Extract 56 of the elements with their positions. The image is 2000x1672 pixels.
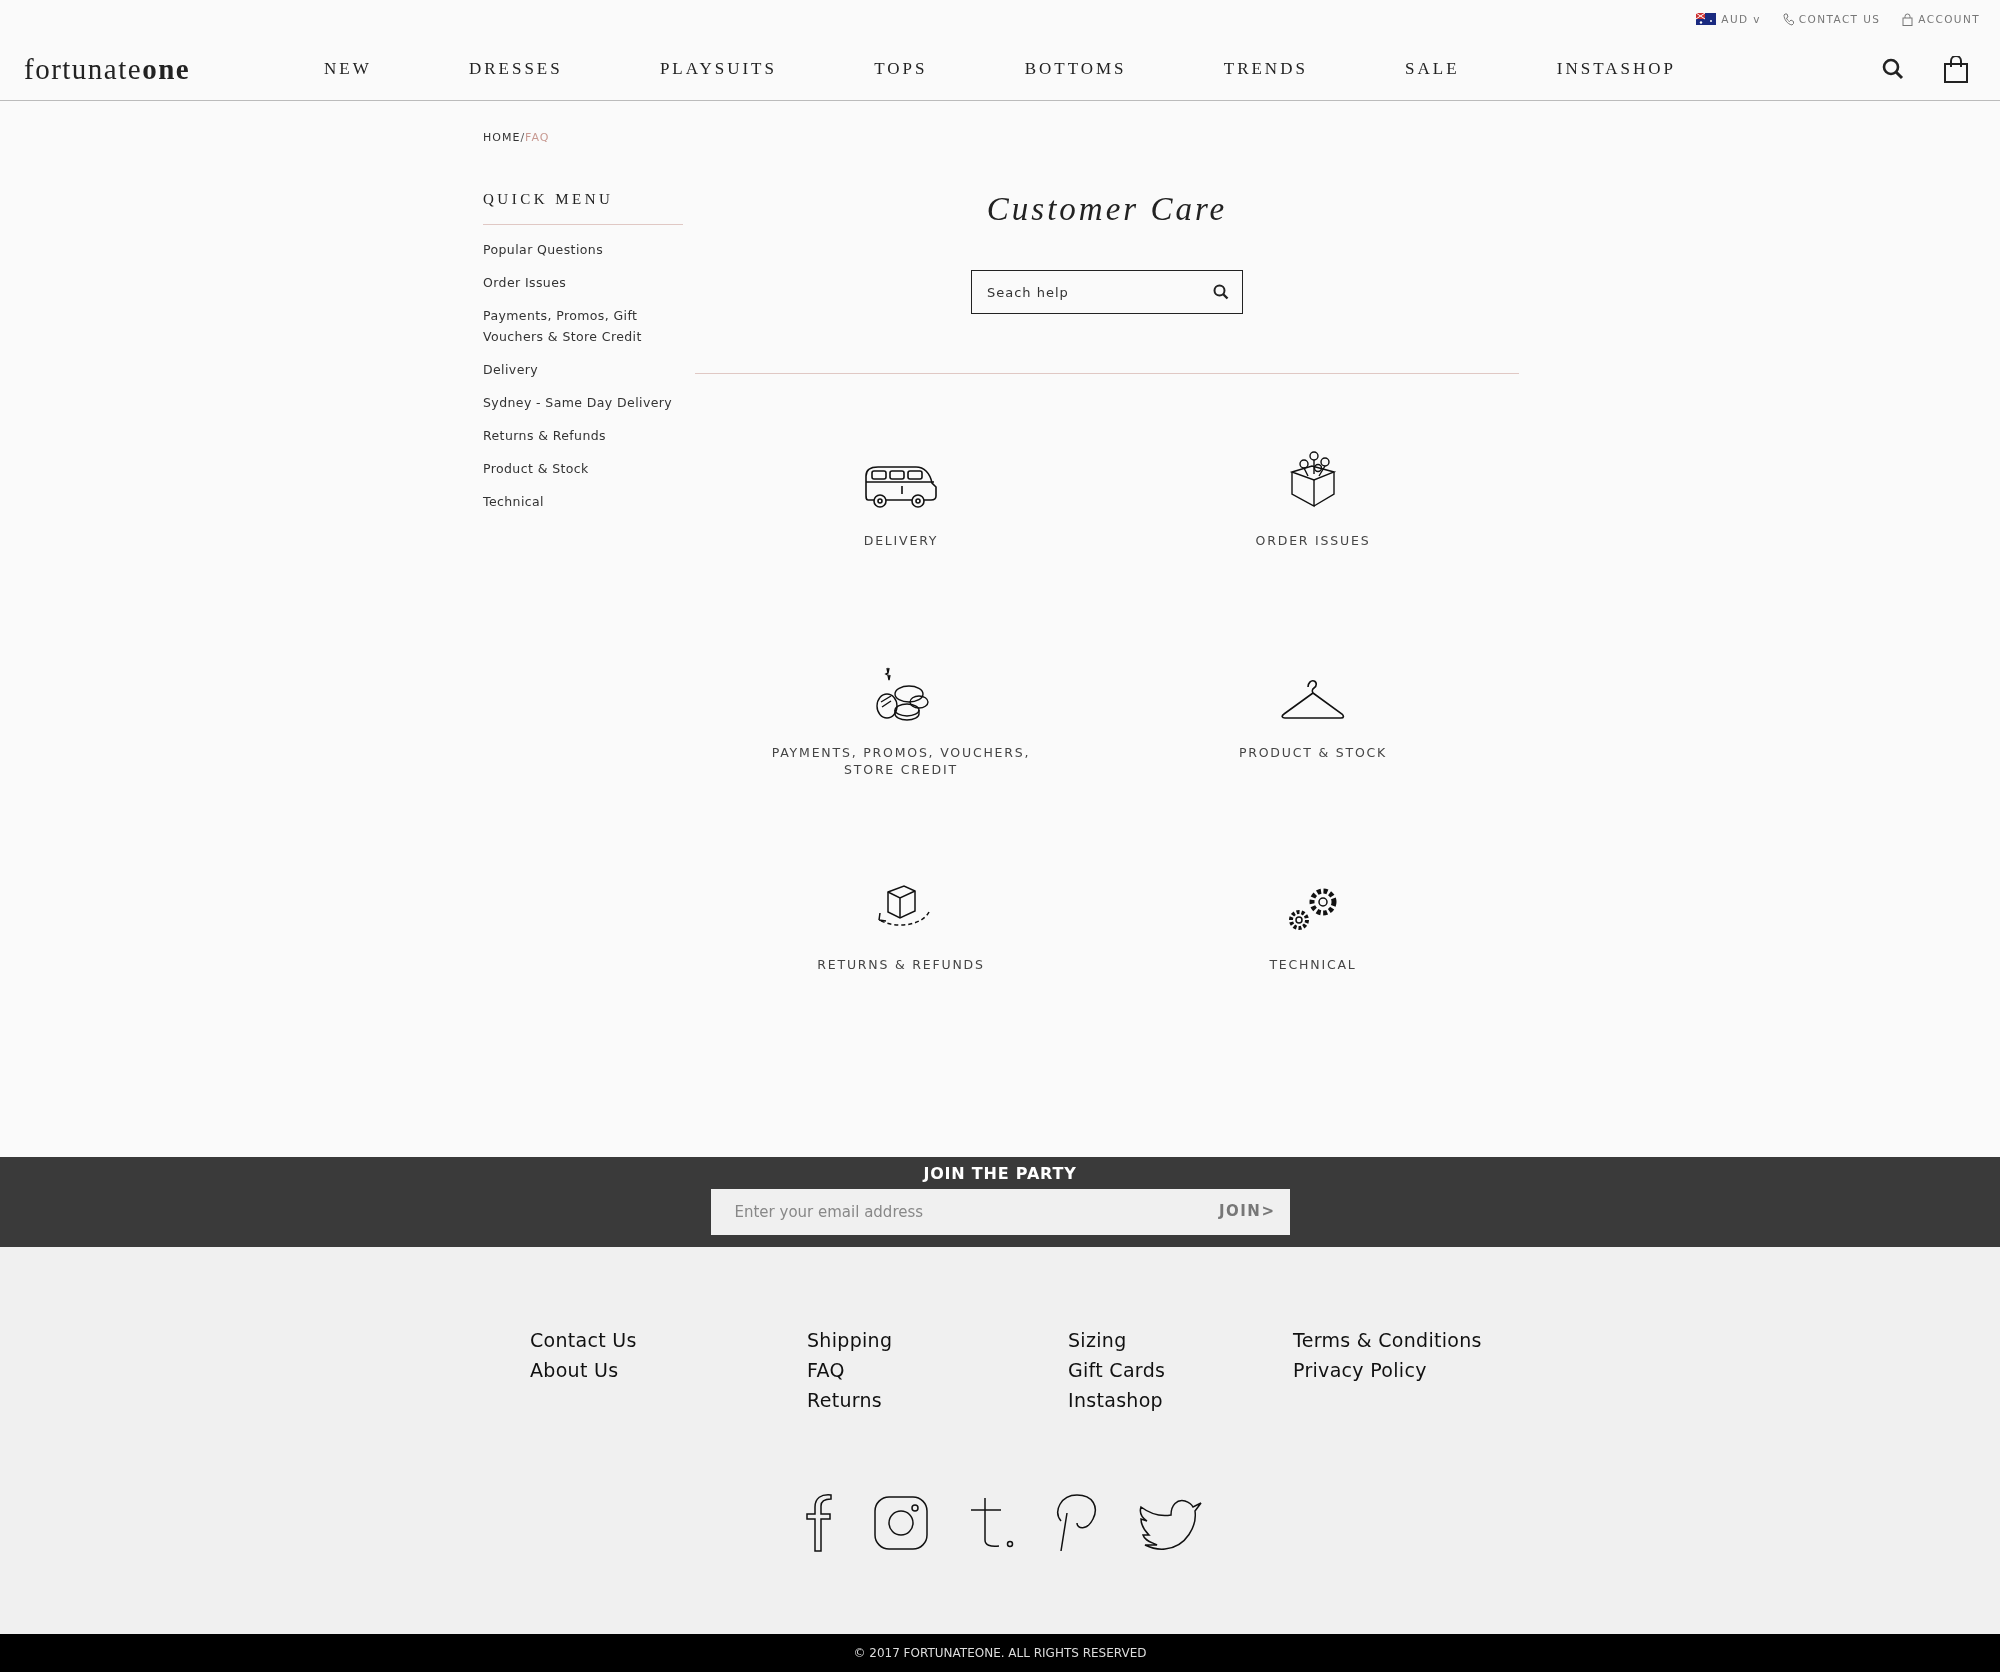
newsletter-title: JOIN THE PARTY (923, 1164, 1077, 1183)
lock-icon (1902, 12, 1914, 26)
copyright-text: © 2017 FORTUNATEONE. ALL RIGHTS RESERVED (0, 1634, 2000, 1672)
footer-link[interactable]: Sizing (1068, 1325, 1293, 1355)
footer-link[interactable]: About Us (530, 1355, 807, 1385)
footer-link[interactable]: Shipping (807, 1325, 1068, 1355)
nav-link[interactable]: BOTTOMS (1024, 59, 1127, 79)
category-link[interactable]: PRODUCT & STOCK (1158, 744, 1468, 778)
category-link[interactable]: TECHNICAL (1158, 956, 1468, 990)
quick-menu-link[interactable]: Returns & Refunds (483, 425, 683, 446)
breadcrumb-separator: / (520, 131, 526, 144)
contact-link[interactable]: CONTACT US (1798, 13, 1881, 25)
nav-link[interactable]: NEW (324, 59, 372, 79)
flag-icon (1696, 13, 1717, 25)
page-title: Customer Care (986, 191, 1228, 228)
quick-menu-title: QUICK MENU (483, 191, 683, 225)
footer-link[interactable]: FAQ (807, 1355, 1068, 1385)
footer-link[interactable]: Terms & Conditions (1293, 1325, 1570, 1355)
footer-link[interactable]: Returns (807, 1385, 1068, 1415)
breadcrumb-link[interactable]: HOME (483, 131, 521, 144)
facebook-icon[interactable] (803, 1493, 835, 1553)
quick-menu-link[interactable]: Sydney - Same Day Delivery (483, 392, 683, 413)
join-button[interactable]: JOIN> (1218, 1202, 1276, 1220)
quick-menu-link[interactable]: Payments, Promos, Gift Vouchers & Store Credit (483, 305, 683, 347)
category-link[interactable]: PAYMENTS, PROMOS, VOUCHERS, STORE CREDIT (746, 744, 1056, 778)
category-link[interactable]: RETURNS & REFUNDS (746, 956, 1056, 990)
nav-link[interactable]: DRESSES (468, 59, 563, 79)
quick-menu-link[interactable]: Product & Stock (483, 458, 683, 479)
coins-icon[interactable] (873, 666, 929, 722)
footer-link[interactable]: Privacy Policy (1293, 1355, 1570, 1385)
search-icon[interactable] (1213, 284, 1229, 300)
quick-menu-link[interactable]: Delivery (483, 359, 683, 380)
nav-link[interactable]: SALE (1405, 59, 1460, 79)
logo[interactable]: fortunateone (24, 52, 294, 86)
instagram-icon[interactable] (873, 1495, 929, 1551)
quick-menu-link[interactable]: Technical (483, 491, 683, 512)
footer-link[interactable]: Instashop (1068, 1385, 1293, 1415)
category-link[interactable]: ORDER ISSUES (1158, 532, 1468, 566)
category-link[interactable]: DELIVERY (746, 532, 1056, 566)
hanger-icon[interactable] (1281, 678, 1345, 722)
phone-icon (1782, 12, 1794, 26)
quick-menu-link[interactable]: Order Issues (483, 272, 683, 293)
nav-link[interactable]: TRENDS (1223, 59, 1308, 79)
search-field[interactable]: Seach help (971, 270, 1243, 314)
quick-menu-link[interactable]: Popular Questions (483, 239, 683, 260)
currency-selector[interactable]: AUD v (1721, 13, 1761, 25)
footer-link[interactable]: Gift Cards (1068, 1355, 1293, 1385)
account-link[interactable]: ACCOUNT (1918, 13, 1980, 25)
flower-box-icon[interactable] (1288, 450, 1338, 510)
nav-link[interactable]: PLAYSUITS (659, 59, 777, 79)
nav-link[interactable]: INSTASHOP (1556, 59, 1676, 79)
nav-link[interactable]: TOPS (874, 59, 928, 79)
search-icon[interactable] (1882, 58, 1904, 80)
footer-link[interactable]: Contact Us (530, 1325, 807, 1355)
shopping-bag-icon[interactable] (1944, 55, 1968, 83)
van-icon[interactable] (862, 464, 940, 510)
